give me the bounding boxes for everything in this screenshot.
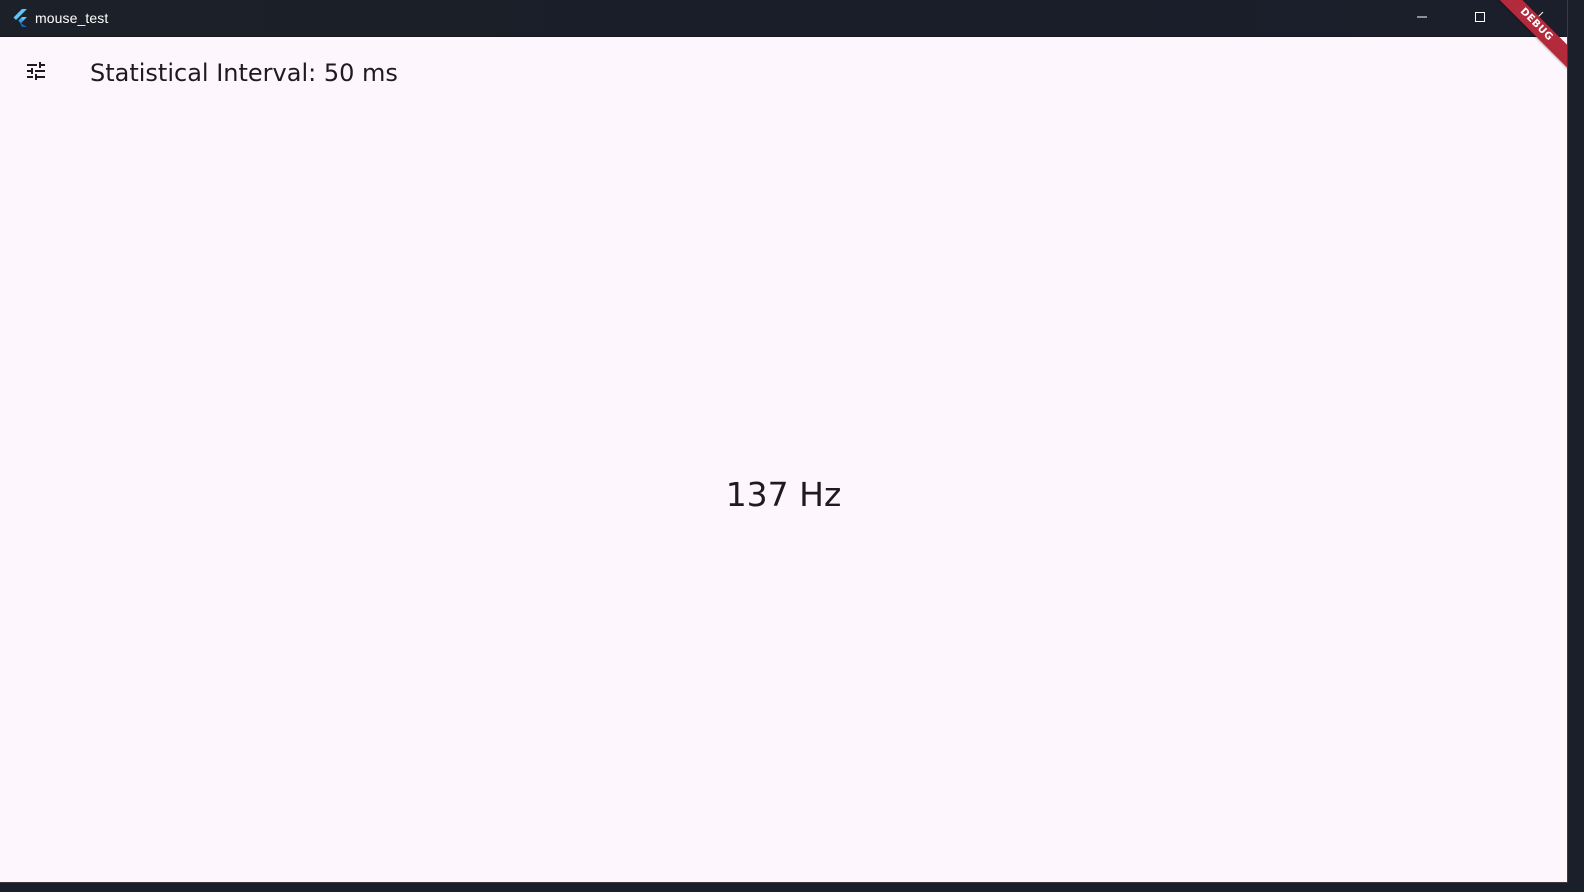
tune-icon <box>24 59 48 88</box>
settings-button[interactable] <box>12 49 60 97</box>
caption-buttons <box>1393 0 1567 37</box>
interval-title: Statistical Interval: 50 ms <box>90 59 398 87</box>
app-window: mouse_test Statistical Interval: 50 ms 1… <box>0 0 1568 883</box>
minimize-icon <box>1416 10 1428 28</box>
app-bar: Statistical Interval: 50 ms <box>0 37 1567 109</box>
maximize-button[interactable] <box>1451 0 1509 37</box>
flutter-logo-icon <box>11 9 29 27</box>
polling-rate-readout: 137 Hz <box>725 475 842 514</box>
close-button[interactable] <box>1509 0 1567 37</box>
app-content: Statistical Interval: 50 ms 137 Hz <box>0 37 1567 882</box>
window-title: mouse_test <box>35 10 109 26</box>
maximize-icon <box>1474 10 1486 28</box>
minimize-button[interactable] <box>1393 0 1451 37</box>
title-bar[interactable]: mouse_test <box>0 0 1567 37</box>
close-icon <box>1532 10 1544 28</box>
